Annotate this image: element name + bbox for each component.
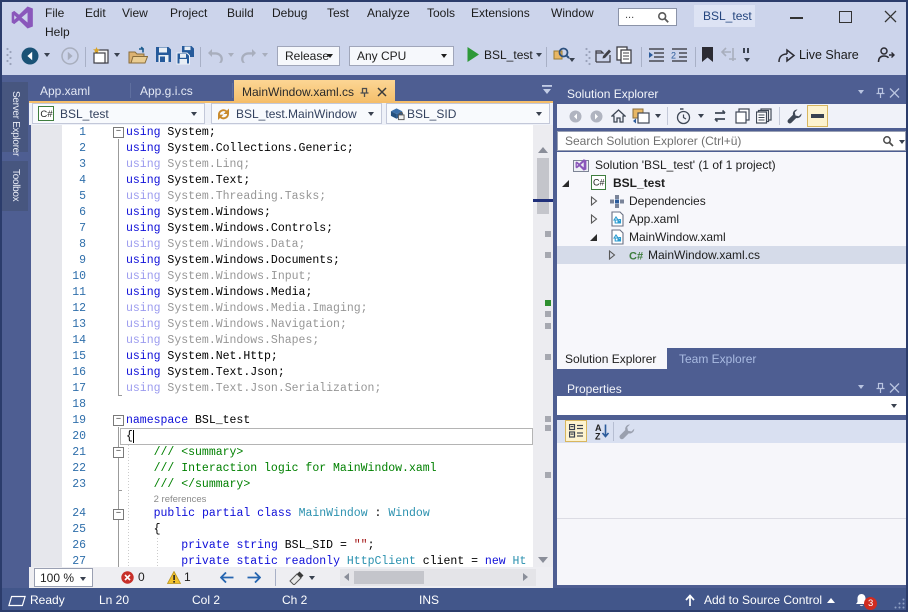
svg-text:C#: C# <box>593 178 605 188</box>
svg-text:C#: C# <box>40 109 53 120</box>
svg-text:2: 2 <box>671 51 676 61</box>
svg-text:C#: C# <box>629 251 643 262</box>
svg-text:Z: Z <box>595 432 601 441</box>
